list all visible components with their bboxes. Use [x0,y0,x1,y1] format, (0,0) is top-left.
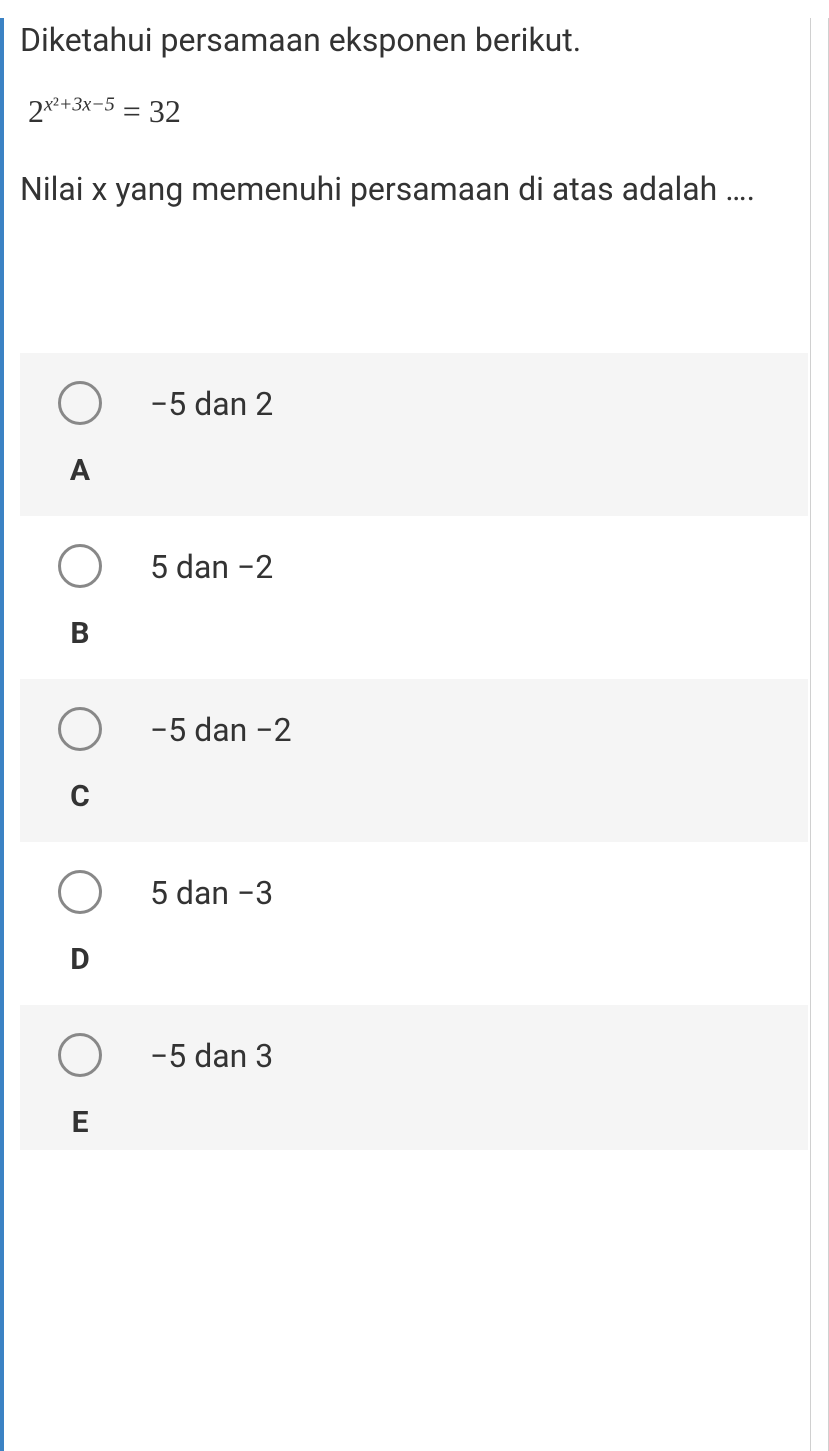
radio-d[interactable] [58,870,102,914]
equation-rhs: = 32 [123,93,181,129]
option-a-letter: A [70,453,90,488]
radio-c[interactable] [58,707,102,751]
radio-b[interactable] [58,544,102,588]
option-d-letter: D [70,942,90,977]
right-border [810,18,828,1451]
radio-e[interactable] [58,1033,102,1077]
option-a[interactable]: A −5 dan 2 [20,353,808,516]
content-area: Diketahui persamaan eksponen berikut. 2x… [4,18,828,1150]
option-c[interactable]: C −5 dan −2 [20,679,808,842]
question-prompt: Nilai x yang memenuhi persamaan di atas … [20,165,808,213]
option-a-text: −5 dan 2 [150,381,273,423]
equation-exponent: x²+3x−5 [44,93,115,115]
option-b-letter: B [70,616,89,651]
option-d-text: 5 dan −3 [150,870,273,912]
options-list: A −5 dan 2 B 5 dan −2 C −5 dan −2 [20,353,808,1150]
option-e-control: E [50,1033,110,1140]
option-a-control: A [50,381,110,488]
option-d-control: D [50,870,110,977]
equation-base: 2 [28,93,44,129]
question-container: Diketahui persamaan eksponen berikut. 2x… [0,18,829,1451]
option-b-text: 5 dan −2 [150,544,273,586]
equation-display: 2x²+3x−5 = 32 [20,93,808,130]
option-b-control: B [50,544,110,651]
option-c-text: −5 dan −2 [150,707,292,749]
option-c-control: C [50,707,110,814]
option-e-letter: E [72,1105,89,1140]
option-e-text: −5 dan 3 [150,1033,273,1075]
option-b[interactable]: B 5 dan −2 [20,516,808,679]
option-d[interactable]: D 5 dan −3 [20,842,808,1005]
question-intro: Diketahui persamaan eksponen berikut. [20,18,808,63]
option-e[interactable]: E −5 dan 3 [20,1005,808,1150]
option-c-letter: C [70,779,90,814]
radio-a[interactable] [58,381,102,425]
